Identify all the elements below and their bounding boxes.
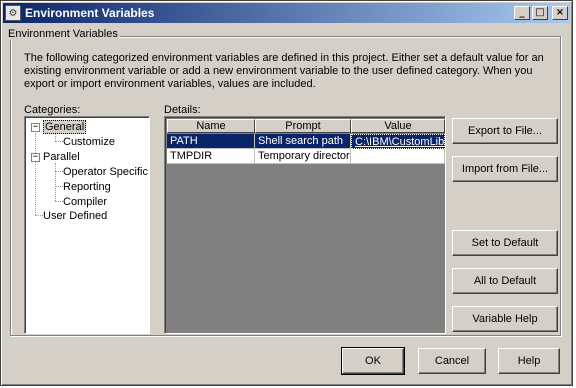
ok-button[interactable]: OK xyxy=(341,347,405,375)
group-title: Environment Variables xyxy=(6,28,120,40)
details-grid[interactable]: Name Prompt Value PATH Shell search path… xyxy=(164,116,446,334)
window-title: Environment Variables xyxy=(25,6,155,20)
categories-tree[interactable]: − General Customize − Parallel Operator … xyxy=(24,116,150,334)
variable-help-button[interactable]: Variable Help xyxy=(452,306,558,332)
cell-prompt[interactable]: Temporary directory xyxy=(255,149,351,164)
table-row[interactable]: PATH Shell search path C:\IBM\CustomLib xyxy=(167,134,445,149)
tree-connector xyxy=(55,186,63,187)
cell-name[interactable]: TMPDIR xyxy=(167,149,255,164)
help-button[interactable]: Help xyxy=(498,348,560,374)
tree-connector xyxy=(55,201,63,202)
collapse-general-icon[interactable]: − xyxy=(31,123,40,132)
app-icon: ⚙ xyxy=(5,5,21,21)
cell-value[interactable]: C:\IBM\CustomLib xyxy=(351,134,445,149)
categories-label: Categories: xyxy=(24,104,81,116)
tree-connector xyxy=(55,171,63,172)
tree-connector xyxy=(35,133,36,215)
set-to-default-button[interactable]: Set to Default xyxy=(452,230,558,256)
tree-connector xyxy=(55,141,63,142)
import-from-file-button[interactable]: Import from File... xyxy=(452,156,558,182)
column-header-name[interactable]: Name xyxy=(167,119,255,133)
tree-item-reporting[interactable]: Reporting xyxy=(63,180,111,194)
export-to-file-button[interactable]: Export to File... xyxy=(452,118,558,144)
tree-item-parallel[interactable]: Parallel xyxy=(43,150,80,164)
column-header-prompt[interactable]: Prompt xyxy=(255,119,351,133)
grid-header: Name Prompt Value xyxy=(167,119,445,133)
collapse-parallel-icon[interactable]: − xyxy=(31,153,40,162)
cell-prompt[interactable]: Shell search path xyxy=(255,134,351,149)
tree-item-compiler[interactable]: Compiler xyxy=(63,195,107,209)
cancel-button[interactable]: Cancel xyxy=(418,348,486,374)
table-row[interactable]: TMPDIR Temporary directory xyxy=(167,149,445,164)
group-description: The following categorized environment va… xyxy=(24,52,544,90)
tree-item-user-defined[interactable]: User Defined xyxy=(43,209,107,223)
tree-item-operator-specific[interactable]: Operator Specific xyxy=(63,165,148,179)
tree-connector xyxy=(35,215,43,216)
tree-item-general[interactable]: General xyxy=(43,120,87,134)
tree-connector xyxy=(55,133,56,141)
column-header-value[interactable]: Value xyxy=(351,119,445,133)
all-to-default-button[interactable]: All to Default xyxy=(452,268,558,294)
close-button[interactable]: × xyxy=(552,6,568,20)
minimize-button[interactable]: _ xyxy=(514,6,530,20)
details-label: Details: xyxy=(164,104,201,116)
tree-item-customize[interactable]: Customize xyxy=(63,135,115,149)
cell-value[interactable] xyxy=(351,149,445,164)
tree-connector xyxy=(55,163,56,201)
maximize-button[interactable]: □ xyxy=(532,6,548,20)
cell-name[interactable]: PATH xyxy=(167,134,255,149)
title-bar[interactable]: ⚙ Environment Variables _ □ × xyxy=(3,3,570,23)
